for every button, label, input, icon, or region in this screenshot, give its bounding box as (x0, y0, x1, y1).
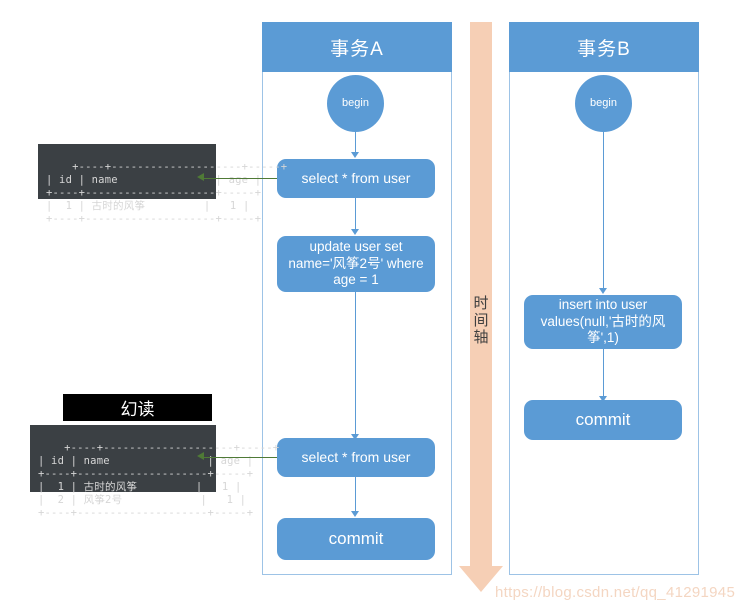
connector-a-select1-update (354, 198, 357, 231)
timeline-label-char-2: 间 (473, 312, 489, 329)
watermark-text: https://blog.csdn.net/qq_41291945 (495, 584, 735, 601)
transaction-b-commit-node[interactable]: commit (524, 400, 682, 440)
result-arrow-second-head (197, 452, 204, 460)
timeline-label-char-1: 时 (473, 295, 489, 312)
result-table-second: +----+--------------------+-----+ | id |… (30, 425, 279, 519)
phantom-read-banner: 幻读 (63, 394, 212, 421)
transaction-b-commit-label: commit (575, 410, 631, 430)
transaction-b-insert-label: insert into user values(null,'古时的风筝',1) (540, 296, 666, 346)
result-arrow-second-line (204, 456, 277, 459)
connector-a-select2-commit (354, 477, 357, 513)
transaction-b-title: 事务B (577, 38, 631, 60)
transaction-a-begin-label: begin (342, 96, 369, 109)
transaction-a-title: 事务A (330, 38, 384, 60)
connector-b-insert-commit (602, 349, 605, 398)
transaction-a-select-second-label: select * from user (301, 448, 411, 465)
result-table-second-text: +----+--------------------+-----+ | id |… (38, 442, 280, 519)
result-table-first-text: +----+--------------------+-----+ | id |… (46, 161, 288, 225)
connector-b-begin-insert (602, 132, 605, 290)
result-arrow-first-head (197, 173, 204, 181)
transaction-b-header: 事务B (509, 22, 699, 72)
result-arrow-first-line (204, 177, 277, 180)
connector-a-select1-update-arrow (351, 229, 359, 235)
transaction-a-update-node[interactable]: update user set name='风筝2号' where age = … (277, 236, 435, 292)
transaction-a-select-first-node[interactable]: select * from user (277, 159, 435, 198)
transaction-b-begin-label: begin (590, 96, 617, 109)
transaction-a-commit-node[interactable]: commit (277, 518, 435, 560)
transaction-a-commit-label: commit (328, 529, 384, 549)
transaction-b-begin-node[interactable]: begin (575, 75, 632, 132)
transaction-a-header: 事务A (262, 22, 452, 72)
transaction-a-update-label: update user set name='风筝2号' where age = … (288, 238, 424, 288)
timeline-label: 时 间 轴 (472, 295, 490, 346)
connector-a-begin-select1 (354, 132, 357, 154)
connector-a-select2-commit-arrow (351, 511, 359, 517)
transaction-a-select-second-node[interactable]: select * from user (277, 438, 435, 477)
watermark-label: https://blog.csdn.net/qq_41291945 (495, 584, 736, 601)
diagram-canvas: 事务A begin select * from user update user… (0, 0, 749, 610)
timeline-label-char-3: 轴 (473, 329, 489, 346)
phantom-read-banner-label: 幻读 (120, 400, 155, 419)
transaction-a-select-first-label: select * from user (301, 169, 411, 186)
transaction-b-insert-node[interactable]: insert into user values(null,'古时的风筝',1) (524, 295, 682, 349)
result-table-first: +----+--------------------+-----+ | id |… (38, 144, 287, 225)
transaction-a-begin-node[interactable]: begin (327, 75, 384, 132)
connector-a-update-select2 (354, 292, 357, 436)
connector-b-begin-insert-arrow (599, 288, 607, 294)
connector-a-begin-select1-arrow (351, 152, 359, 158)
